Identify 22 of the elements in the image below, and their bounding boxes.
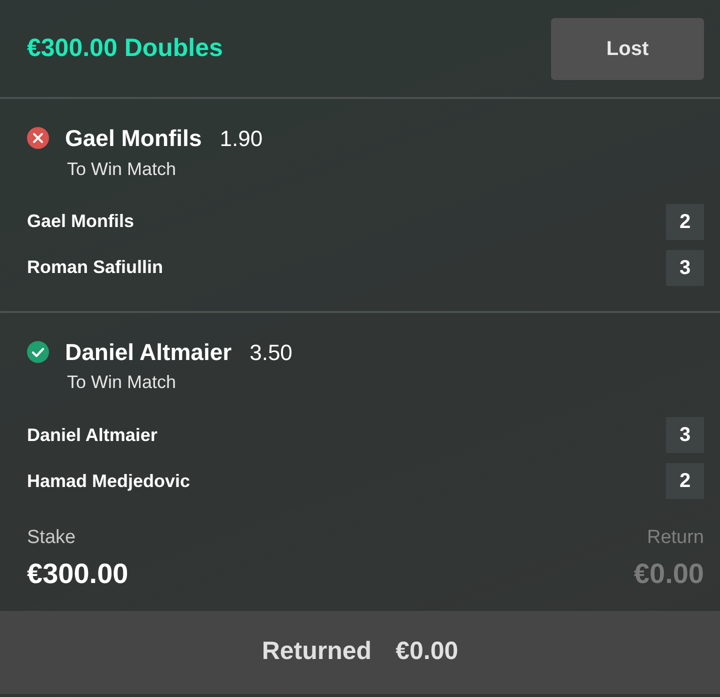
return-value: €0.00 xyxy=(634,556,704,590)
selection-name: Gael Monfils xyxy=(65,124,202,153)
player-name: Gael Monfils xyxy=(27,210,134,233)
market-label: To Win Match xyxy=(67,371,178,394)
odds: 3.50 xyxy=(250,338,292,366)
score: 3 xyxy=(666,250,704,286)
selection-name: Daniel Altmaier xyxy=(65,338,232,366)
stake-value: €300.00 xyxy=(27,556,128,590)
player-name: Daniel Altmaier xyxy=(27,424,158,446)
player-name: Hamad Medjedovic xyxy=(27,470,190,493)
returned-value: €0.00 xyxy=(396,636,458,668)
score: 2 xyxy=(666,463,704,499)
score: 2 xyxy=(666,204,704,240)
bet-title: €300.00 Doubles xyxy=(27,32,223,64)
market-label: To Win Match xyxy=(67,158,178,180)
returned-label: Returned xyxy=(262,636,372,668)
status-button[interactable]: Lost xyxy=(551,18,704,80)
odds: 1.90 xyxy=(220,125,263,153)
player-name: Roman Safiullin xyxy=(27,256,164,279)
score: 3 xyxy=(666,417,704,453)
stake-label: Stake xyxy=(27,526,77,550)
return-label: Return xyxy=(646,526,704,550)
